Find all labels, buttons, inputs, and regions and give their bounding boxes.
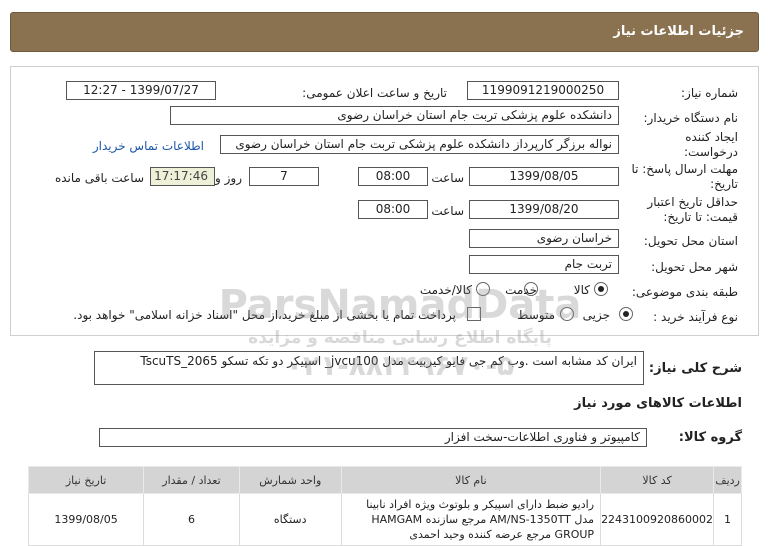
table-row[interactable]: 1 2243100920860002 رادیو ضبط دارای اسپیک… [27, 493, 742, 546]
purchase-type-label: نوع فرآیند خرید : [653, 310, 738, 324]
cell-code: 2243100920860002 [600, 493, 715, 546]
category-both-label: کالا/خدمت [419, 283, 472, 297]
category-goods-radio[interactable] [594, 282, 608, 296]
purchase-medium-radio[interactable] [560, 307, 574, 321]
treasury-checkbox[interactable] [467, 307, 481, 321]
validity-time-field[interactable]: 08:00 [358, 200, 428, 219]
send-date-field[interactable]: 1399/08/05 [469, 167, 619, 186]
city-label: شهر محل تحویل: [651, 260, 738, 274]
purchase-minor-label: جزیی [582, 308, 610, 322]
purchase-medium-label: متوسط [517, 308, 555, 322]
province-label: استان محل تحویل: [643, 234, 738, 248]
need-number-label: شماره نیاز: [681, 86, 738, 100]
cell-date: 1399/08/05 [27, 493, 145, 546]
buyer-label: نام دستگاه خریدار: [643, 111, 739, 125]
need-number-field[interactable]: 1199091219000250 [467, 81, 619, 100]
col-qty: تعداد / مقدار [143, 466, 240, 494]
announce-field[interactable]: 1399/07/27 - 12:27 [66, 81, 216, 100]
days-label: روز و [215, 171, 242, 185]
page-header: جزئیات اطلاعات نیاز [10, 12, 759, 52]
buyer-field[interactable]: دانشکده علوم پزشکی تربت جام استان خراسان… [170, 106, 619, 125]
col-name: نام کالا [340, 466, 602, 494]
category-goods-label: کالا [573, 283, 590, 297]
description-label: شرح کلی نیاز: [648, 361, 742, 376]
items-table: ردیف کد کالا نام کالا واحد شمارش تعداد /… [27, 466, 742, 546]
cell-row: 1 [713, 493, 742, 546]
cell-qty: 6 [143, 493, 240, 546]
send-deadline-label: مهلت ارسال پاسخ: تا تاریخ: [631, 162, 738, 191]
col-code: کد کالا [600, 466, 715, 494]
buyer-contact-link[interactable]: اطلاعات تماس خریدار [93, 139, 204, 153]
goods-section-title: اطلاعات کالاهای مورد نیاز [574, 396, 742, 411]
col-date: تاریخ نیاز [27, 466, 145, 494]
category-service-label: خدمت [505, 283, 537, 297]
creator-field[interactable]: نواله برزگر کارپرداز دانشکده علوم پزشکی … [220, 135, 619, 154]
cell-unit: دستگاه [238, 493, 342, 546]
purchase-minor-radio[interactable] [619, 307, 633, 321]
treasury-note: پرداخت تمام یا بخشی از مبلغ خرید،از محل … [73, 308, 456, 322]
page-title: جزئیات اطلاعات نیاز [613, 24, 744, 39]
goods-group-field[interactable]: کامپیوتر و فناوری اطلاعات-سخت افزار [99, 428, 647, 447]
days-field[interactable]: 7 [249, 167, 319, 186]
creator-label: ایجاد کننده درخواست: [684, 130, 738, 159]
validity-date-field[interactable]: 1399/08/20 [469, 200, 619, 219]
category-both-radio[interactable] [476, 282, 490, 296]
category-label: طبقه بندی موضوعی: [631, 285, 738, 299]
remaining-time-field: 17:17:46 [150, 167, 215, 186]
send-time-label: ساعت [431, 171, 464, 185]
description-field[interactable]: ایران کد مشابه است .وب کم جی فایو کیربیت… [94, 351, 644, 385]
send-time-field[interactable]: 08:00 [358, 167, 428, 186]
col-row: ردیف [713, 466, 742, 494]
validity-label: حداقل تاریخ اعتبار قیمت: تا تاریخ: [647, 195, 738, 224]
province-field[interactable]: خراسان رضوی [469, 229, 619, 248]
remaining-label: ساعت باقی مانده [54, 171, 144, 185]
goods-group-label: گروه کالا: [678, 430, 742, 445]
announce-label: تاریخ و ساعت اعلان عمومی: [302, 86, 447, 100]
table-header-row: ردیف کد کالا نام کالا واحد شمارش تعداد /… [27, 466, 742, 494]
validity-time-label: ساعت [431, 204, 464, 218]
cell-name: رادیو ضبط دارای اسپیکر و بلوتوث ویژه افر… [340, 493, 602, 546]
city-field[interactable]: تربت جام [469, 255, 619, 274]
col-unit: واحد شمارش [238, 466, 342, 494]
